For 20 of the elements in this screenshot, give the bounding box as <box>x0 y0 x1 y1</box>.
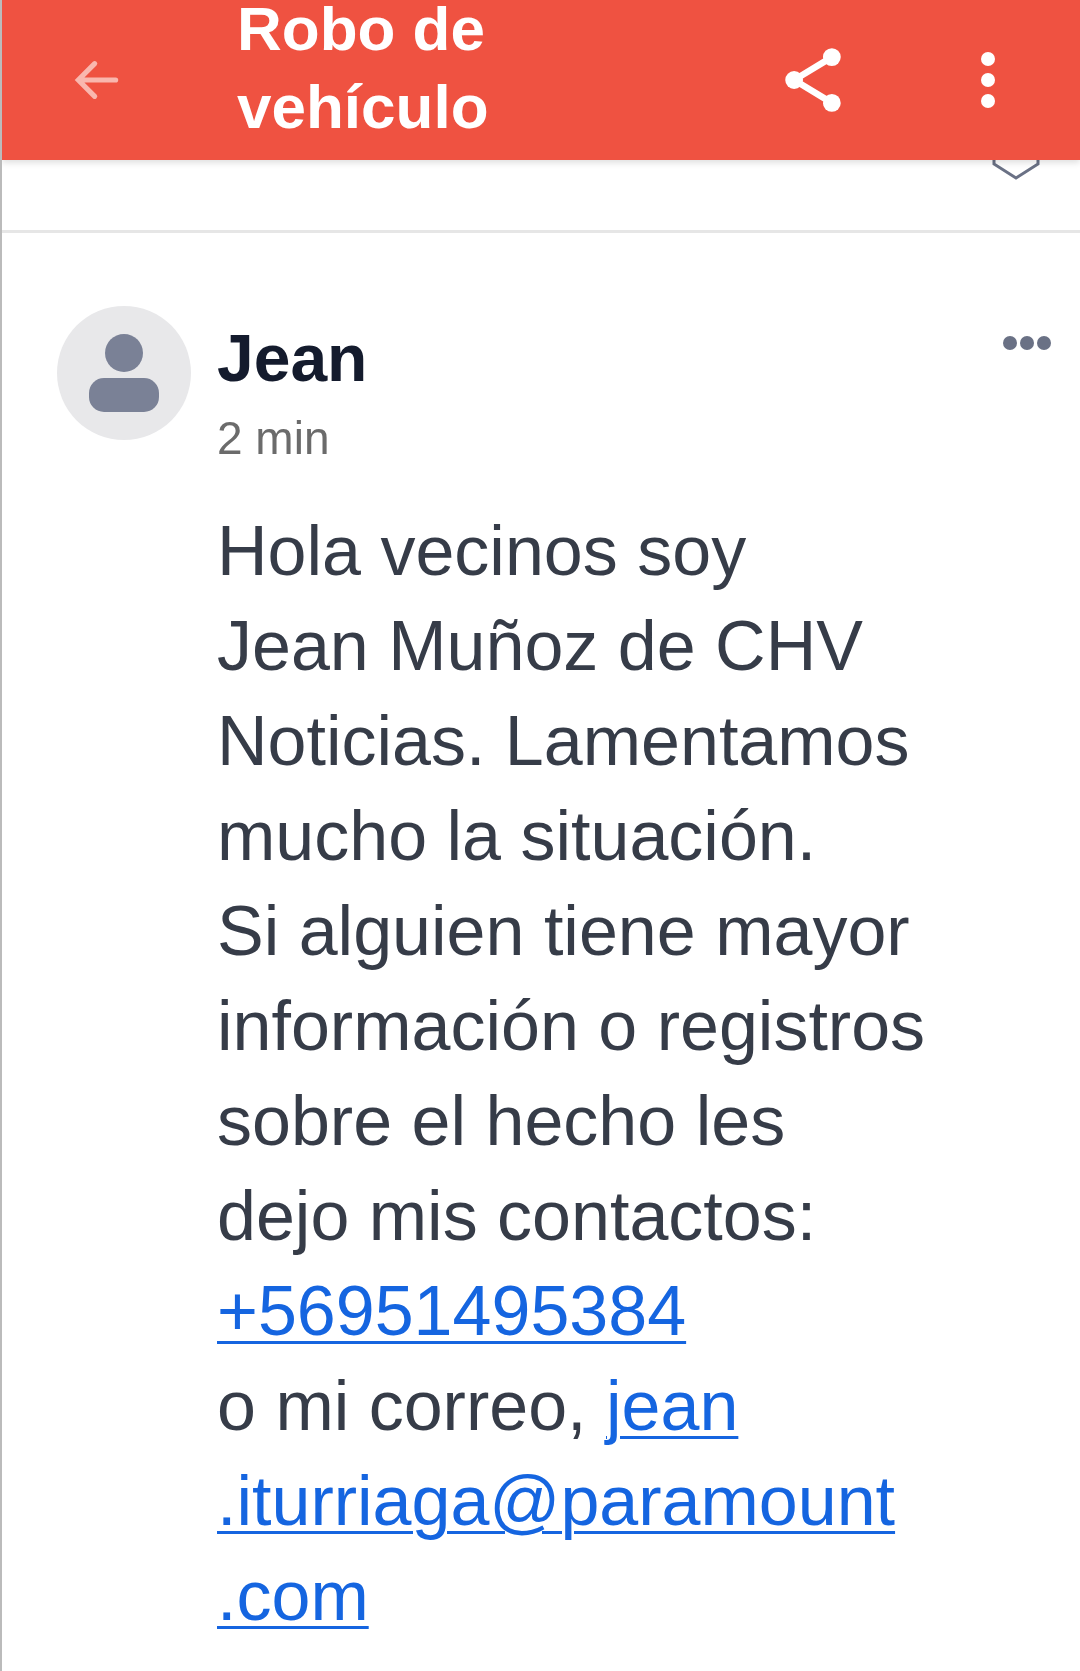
post-time: 2 min <box>217 411 331 466</box>
user-silhouette-icon <box>89 334 159 412</box>
message-link[interactable]: .com <box>217 1557 369 1635</box>
message-link[interactable]: jean <box>606 1367 739 1445</box>
message-text: Si alguien tiene mayor <box>217 892 910 970</box>
message-text: Noticias. Lamentamos <box>217 702 910 780</box>
message-text: o mi correo, <box>217 1367 588 1445</box>
message-text: sobre el hecho les <box>217 1082 786 1160</box>
message-text: Jean Muñoz de CHV <box>217 607 863 685</box>
message-link[interactable]: .iturriaga@paramount <box>217 1462 896 1540</box>
message-text: dejo mis contactos: <box>217 1177 817 1255</box>
horizontal-dots-icon <box>1002 335 1052 351</box>
screen-title: Robo de vehículo <box>237 0 490 143</box>
vertical-dots-icon <box>979 51 997 109</box>
message-link[interactable]: +56951495384 <box>217 1272 687 1350</box>
author-name: Jean <box>217 320 368 396</box>
message-text: Hola vecinos soy <box>217 512 747 590</box>
more-options-button[interactable] <box>1002 335 1052 351</box>
message-text: información o registros <box>217 987 926 1065</box>
message-text: mucho la situación. <box>217 797 817 875</box>
